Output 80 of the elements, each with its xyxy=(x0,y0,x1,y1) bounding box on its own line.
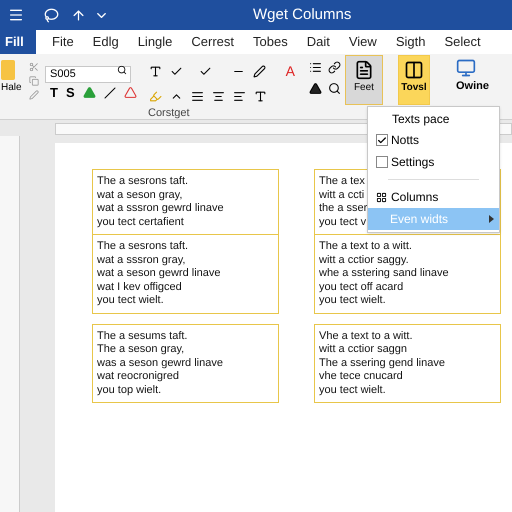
search-icon[interactable] xyxy=(117,65,127,75)
brush-icon[interactable] xyxy=(29,90,39,100)
group-label: Corstget xyxy=(148,106,190,121)
text-line: vhe tece cnucard xyxy=(319,370,403,384)
menu-item[interactable]: Settings xyxy=(368,151,499,173)
text-line: wat reocronigred xyxy=(97,370,179,384)
text-line: you tect certafient xyxy=(97,216,184,229)
ribbon-button[interactable]: Tovsl xyxy=(398,55,430,105)
type-icon[interactable] xyxy=(148,65,162,78)
text-line: The a text to a witt. xyxy=(319,240,412,254)
align-left-icon[interactable] xyxy=(232,90,246,103)
search-icon[interactable] xyxy=(328,82,341,95)
checkbox[interactable] xyxy=(376,156,388,168)
menu-tab[interactable]: Fite xyxy=(44,30,82,54)
text-line: you top wielt. xyxy=(97,384,162,397)
text-line: witt a ccti xyxy=(319,188,364,202)
menu-tab[interactable]: View xyxy=(340,30,385,54)
copy-icon[interactable] xyxy=(29,76,39,86)
scissors-icon[interactable] xyxy=(29,62,39,72)
text-line: The a tex xyxy=(319,175,365,188)
ribbon-button[interactable]: Feet xyxy=(344,55,383,105)
text-line: wat I kev offigced xyxy=(97,280,182,294)
menu-tab[interactable]: Dait xyxy=(298,30,338,54)
text-line: you tect off acard xyxy=(319,280,404,294)
document-icon[interactable] xyxy=(354,60,374,80)
align-center-icon[interactable] xyxy=(212,90,225,103)
text-box[interactable]: Vhe a text to a witt. witt a cctior saggn The a ssering gend linave vhe tece cnucard you tect wielt. xyxy=(314,324,501,403)
monitor-icon[interactable] xyxy=(456,58,476,78)
text-box[interactable]: The a text to a witt. witt a cctior saggy. whe a sstering sand linave you tect off acard you tect wielt. xyxy=(314,235,501,314)
columns-icon[interactable] xyxy=(404,60,424,80)
link-icon[interactable] xyxy=(328,61,341,74)
text-line: The a sesums taft. xyxy=(97,330,188,343)
grid-icon[interactable] xyxy=(376,192,387,202)
triangle-icon[interactable] xyxy=(308,82,322,95)
ribbon-button[interactable]: Owine xyxy=(456,58,489,94)
text-box[interactable]: The a sesrons taft. wat a seson gray, wat a sssron gewrd linave you tect certafient xyxy=(92,169,279,235)
text-line: was a seson gewrd linave xyxy=(97,356,223,370)
slash-icon[interactable] xyxy=(104,86,116,99)
text-line: The a seson gray, xyxy=(97,343,184,356)
menu-tab[interactable]: Sigth xyxy=(388,30,434,54)
menu-tab[interactable]: Tobes xyxy=(245,30,296,54)
text-line: you tect wielt. xyxy=(319,294,386,308)
text-line: The a sesrons taft. xyxy=(97,240,188,254)
menu-heading: Texts pace xyxy=(391,111,450,128)
text-line: the a sser xyxy=(319,202,368,216)
text-line: wat a seson gray, xyxy=(97,188,182,202)
text-line: wat a sssron gewrd linave xyxy=(97,202,224,216)
format-button[interactable]: S xyxy=(66,83,75,102)
font-field[interactable]: S005 xyxy=(45,66,131,82)
menu-icon[interactable] xyxy=(8,7,24,23)
text-line: Vhe a text to a witt. xyxy=(319,330,413,343)
list-icon[interactable] xyxy=(308,61,322,74)
align-justify-icon[interactable] xyxy=(190,90,204,103)
text-line: wat a sssron gray, xyxy=(97,254,186,267)
menu-item[interactable]: Notts xyxy=(368,129,499,151)
menu-tab[interactable]: Select xyxy=(436,30,489,54)
paste-button[interactable]: Hale xyxy=(0,54,26,114)
text-box[interactable]: The a sesrons taft. wat a sssron gray, wat a seson gewrd linave wat I kev offigced you tect wielt. xyxy=(92,235,279,314)
text-line: wat a seson gewrd linave xyxy=(97,267,221,280)
lasso-icon[interactable] xyxy=(44,8,59,22)
menu-tab[interactable]: Cerrest xyxy=(183,30,242,54)
text-line: you tect wielt. xyxy=(97,294,164,308)
menu-tab[interactable]: Edlg xyxy=(84,30,127,54)
text-line: you tect v xyxy=(319,216,366,229)
window-title: Wget Columns xyxy=(253,4,352,25)
text-line: The a ssering gend linave xyxy=(319,356,445,370)
text-line: witt a cctior saggn xyxy=(319,343,408,356)
menu-tab[interactable]: Lingle xyxy=(130,30,180,54)
format-button[interactable]: T xyxy=(50,83,58,102)
menu-item[interactable]: Columns xyxy=(368,186,499,208)
submenu-arrow-icon xyxy=(489,215,494,223)
menu-tab[interactable]: Fill xyxy=(0,30,36,54)
text-style-icon[interactable] xyxy=(254,90,267,103)
font-color-button[interactable]: A xyxy=(286,61,295,82)
text-line: The a sesrons taft. xyxy=(97,175,188,188)
text-line: you tect wielt. xyxy=(319,384,386,397)
pen-icon[interactable] xyxy=(252,65,266,78)
text-line: whe a sstering sand linave xyxy=(319,267,449,280)
text-box[interactable]: The a sesums taft. The a seson gray, was a seson gewrd linave wat reocronigred you top wielt. xyxy=(92,324,279,403)
text-line: witt a cctior saggy. xyxy=(319,254,409,267)
